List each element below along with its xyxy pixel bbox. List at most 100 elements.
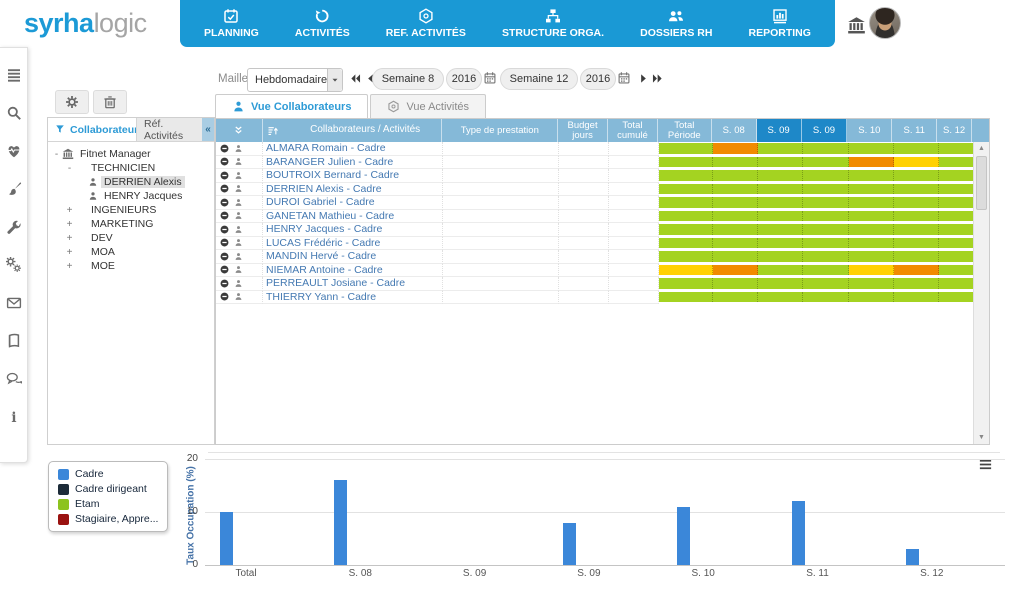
collapse-row-icon[interactable] [220,238,229,247]
week-value-cell[interactable] [894,210,939,224]
wrench-icon[interactable] [6,219,22,235]
table-row[interactable]: PERREAULT Josiane - Cadre [216,277,989,291]
collapse-row-icon[interactable] [220,252,229,261]
table-row[interactable]: THIERRY Yann - Cadre [216,291,989,305]
collapse-row-icon[interactable] [220,265,229,274]
tree-expander[interactable]: + [65,261,74,272]
week-value-cell[interactable] [659,250,713,264]
collaborator-name-cell[interactable]: ALMARA Romain - Cadre [263,142,443,156]
week-value-cell[interactable] [758,277,803,291]
type-prestation-cell[interactable] [443,210,559,224]
week-value-cell[interactable] [659,142,713,156]
week-value-cell[interactable] [894,277,939,291]
column-header-type[interactable]: Type de prestation [442,119,558,142]
week-value-cell[interactable] [659,210,713,224]
week-value-cell[interactable] [939,210,974,224]
week-value-cell[interactable] [659,156,713,170]
envelope-icon[interactable] [6,295,22,311]
tree-expander[interactable]: + [65,233,74,244]
week-value-cell[interactable] [758,250,803,264]
type-prestation-cell[interactable] [443,142,559,156]
table-row[interactable]: BOUTROIX Bernard - Cadre [216,169,989,183]
week-value-cell[interactable] [713,169,758,183]
week-value-cell[interactable] [849,156,894,170]
tree-expander[interactable]: - [65,163,74,174]
week-value-cell[interactable] [803,291,849,305]
collaborator-name-cell[interactable]: DERRIEN Alexis - Cadre [263,183,443,197]
legend-item-cadre[interactable]: Cadre [58,468,158,480]
scroll-up-icon[interactable]: ▲ [974,145,989,152]
week-value-cell[interactable] [849,223,894,237]
prev-fast-button[interactable] [350,73,361,84]
heart-pulse-icon[interactable] [6,143,22,159]
week-value-cell[interactable] [803,223,849,237]
next-button[interactable] [638,73,649,84]
menu-list-icon[interactable] [6,67,22,83]
week-value-cell[interactable] [758,169,803,183]
collapse-row-icon[interactable] [220,171,229,180]
week-value-cell[interactable] [659,196,713,210]
week-value-cell[interactable] [758,196,803,210]
table-row[interactable]: ALMARA Romain - Cadre [216,142,989,156]
week-value-cell[interactable] [713,183,758,197]
week-column-header-s-08[interactable]: S. 08 [712,119,757,142]
week-value-cell[interactable] [849,277,894,291]
week-value-cell[interactable] [713,142,758,156]
scrollbar-thumb[interactable] [976,156,987,210]
collaborator-name-cell[interactable]: BOUTROIX Bernard - Cadre [263,169,443,183]
week-value-cell[interactable] [803,142,849,156]
table-row[interactable]: DERRIEN Alexis - Cadre [216,183,989,197]
tree-expander[interactable]: + [65,247,74,258]
paintbrush-icon[interactable] [6,181,22,197]
tree-item-derrien-alexis[interactable]: DERRIEN Alexis [50,175,212,189]
collaborator-name-cell[interactable]: BARANGER Julien - Cadre [263,156,443,170]
type-prestation-cell[interactable] [443,156,559,170]
tree-item-marketing[interactable]: +MARKETING [50,217,212,231]
sort-icon[interactable] [267,125,279,137]
week-value-cell[interactable] [758,264,803,278]
week-value-cell[interactable] [894,156,939,170]
bar-s-09[interactable] [563,523,576,565]
type-prestation-cell[interactable] [443,264,559,278]
type-prestation-cell[interactable] [443,250,559,264]
week-value-cell[interactable] [939,156,974,170]
from-year-field[interactable]: 2016 [446,68,482,90]
bar-s-08[interactable] [334,480,347,565]
legend-item-stagiaire-appre-[interactable]: Stagiaire, Appre... [58,513,158,525]
week-value-cell[interactable] [849,264,894,278]
collaborator-name-cell[interactable]: MANDIN Hervé - Cadre [263,250,443,264]
search-icon[interactable] [6,105,22,121]
collapse-row-icon[interactable] [220,225,229,234]
week-value-cell[interactable] [659,169,713,183]
type-prestation-cell[interactable] [443,277,559,291]
week-value-cell[interactable] [849,196,894,210]
collapse-row-icon[interactable] [220,198,229,207]
week-value-cell[interactable] [713,210,758,224]
table-row[interactable]: HENRY Jacques - Cadre [216,223,989,237]
week-value-cell[interactable] [894,237,939,251]
user-avatar[interactable] [869,7,901,39]
to-week-field[interactable]: Semaine 12 [500,68,578,90]
week-value-cell[interactable] [758,291,803,305]
week-value-cell[interactable] [659,277,713,291]
week-value-cell[interactable] [758,237,803,251]
week-value-cell[interactable] [803,250,849,264]
week-value-cell[interactable] [659,264,713,278]
week-value-cell[interactable] [713,264,758,278]
week-value-cell[interactable] [803,183,849,197]
nav-tab-structure-orga-[interactable]: STRUCTURE ORGA. [492,0,614,47]
to-year-field[interactable]: 2016 [580,68,616,90]
nav-tab-activit-s[interactable]: ACTIVITÉS [285,0,360,47]
week-value-cell[interactable] [713,277,758,291]
bar-total[interactable] [220,512,233,565]
nav-tab-ref-activit-s[interactable]: REF. ACTIVITÉS [376,0,476,47]
week-value-cell[interactable] [939,277,974,291]
week-value-cell[interactable] [849,237,894,251]
week-value-cell[interactable] [849,169,894,183]
table-row[interactable]: BARANGER Julien - Cadre [216,156,989,170]
week-value-cell[interactable] [803,264,849,278]
view-tab-vue-activit-s[interactable]: Vue Activités [370,94,486,118]
week-value-cell[interactable] [713,156,758,170]
week-value-cell[interactable] [849,142,894,156]
week-value-cell[interactable] [803,169,849,183]
